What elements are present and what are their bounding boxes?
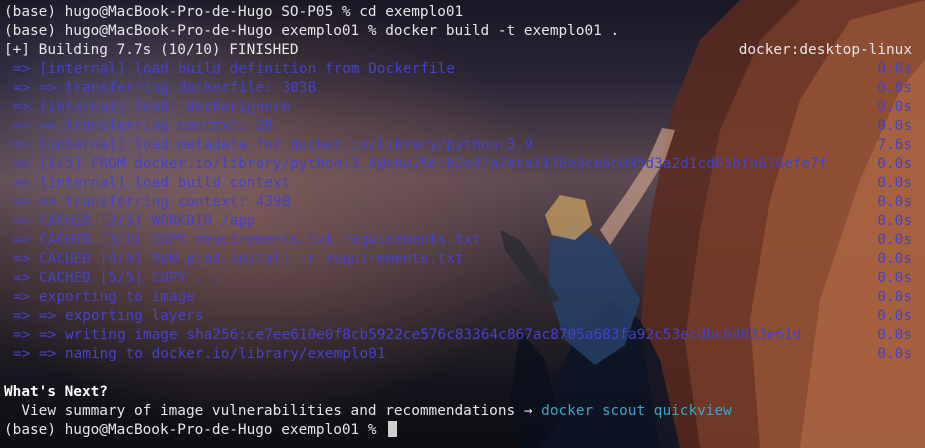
- build-step: => => transferring context: 2B: [13, 118, 273, 134]
- final-prompt-line[interactable]: (base) hugo@MacBook-Pro-de-Hugo exemplo0…: [4, 421, 398, 440]
- build-step-time: 0.0s: [877, 346, 912, 362]
- build-step: => [1/5] FROM docker.io/library/python:3…: [13, 156, 828, 172]
- build-step-time: 0.0s: [877, 61, 912, 77]
- build-step: => CACHED [2/5] WORKDIR /app: [13, 213, 256, 229]
- build-step: => exporting to image: [13, 289, 195, 305]
- prompt-line-cd: (base) hugo@MacBook-Pro-de-Hugo SO-P05 %…: [4, 4, 464, 20]
- build-step: => => transferring context: 439B: [13, 194, 291, 210]
- whats-next-text: View summary of image vulnerabilities an…: [4, 403, 542, 419]
- build-step: => [internal] load .dockerignore: [13, 99, 291, 115]
- build-step-time: 0.0s: [877, 251, 912, 267]
- build-step-time: 0.0s: [877, 270, 912, 286]
- docker-scout-quickview-command[interactable]: docker scout quickview: [541, 403, 732, 419]
- build-step-time: 7.6s: [877, 137, 912, 153]
- build-step-time: 0.0s: [877, 156, 912, 172]
- build-status: [+] Building 7.7s (10/10) FINISHED: [4, 42, 299, 58]
- terminal-window[interactable]: (base) hugo@MacBook-Pro-de-Hugo SO-P05 %…: [0, 0, 925, 448]
- build-step: => => exporting layers: [13, 308, 204, 324]
- build-step: => CACHED [4/5] RUN pip3 install -r requ…: [13, 251, 464, 267]
- build-step: => [internal] load build context: [13, 175, 291, 191]
- build-step: => => writing image sha256:ce7ee610e0f8c…: [13, 327, 802, 343]
- build-step-time: 0.0s: [877, 213, 912, 229]
- builder-name: docker:desktop-linux: [738, 42, 912, 58]
- build-step-time: 0.0s: [877, 194, 912, 210]
- text-cursor: [388, 421, 398, 437]
- build-step: => => transferring dockerfile: 303B: [13, 80, 317, 96]
- build-step: => [internal] load metadata for docker.i…: [13, 137, 533, 153]
- prompt-line-docker-build: (base) hugo@MacBook-Pro-de-Hugo exemplo0…: [4, 23, 620, 39]
- build-step-time: 0.0s: [877, 232, 912, 248]
- build-step-time: 0.0s: [877, 327, 912, 343]
- build-step-time: 0.0s: [877, 80, 912, 96]
- build-step: => [internal] load build definition from…: [13, 61, 455, 77]
- build-step: => => naming to docker.io/library/exempl…: [13, 346, 386, 362]
- build-step: => CACHED [5/5] COPY . .: [13, 270, 221, 286]
- build-step-time: 0.0s: [877, 118, 912, 134]
- whats-next-heading: What's Next?: [4, 384, 108, 400]
- build-step: => CACHED [3/5] COPY requirements.txt re…: [13, 232, 481, 248]
- shell-prompt: (base) hugo@MacBook-Pro-de-Hugo exemplo0…: [4, 422, 386, 438]
- build-step-time: 0.0s: [877, 175, 912, 191]
- build-step-time: 0.0s: [877, 289, 912, 305]
- whats-next-message: View summary of image vulnerabilities an…: [4, 402, 732, 421]
- build-step-time: 0.0s: [877, 308, 912, 324]
- build-step-time: 0.0s: [877, 99, 912, 115]
